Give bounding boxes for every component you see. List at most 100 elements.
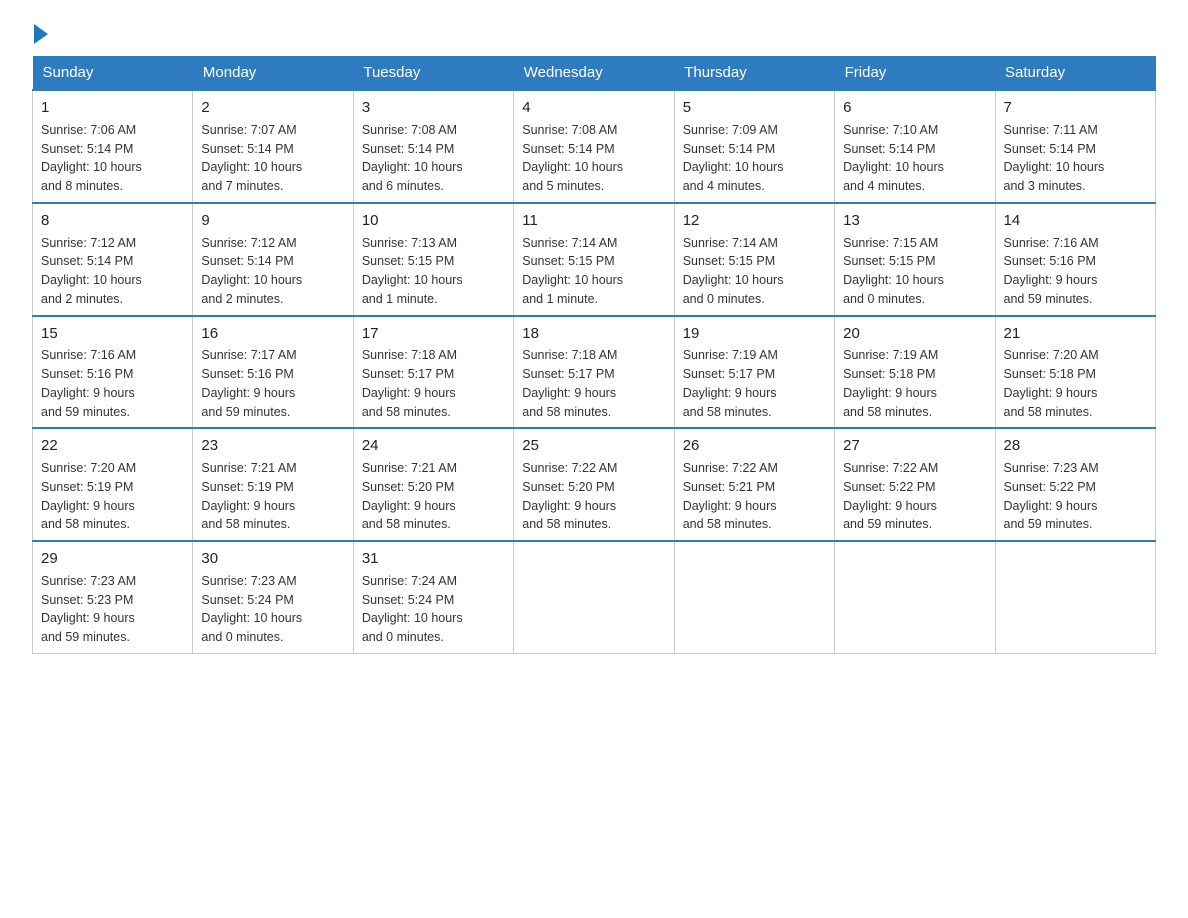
day-number: 13	[843, 210, 986, 232]
calendar-cell	[995, 541, 1155, 653]
calendar-cell: 15Sunrise: 7:16 AMSunset: 5:16 PMDayligh…	[33, 316, 193, 429]
calendar-header-thursday: Thursday	[674, 56, 834, 90]
day-number: 31	[362, 548, 505, 570]
day-number: 14	[1004, 210, 1147, 232]
day-number: 26	[683, 435, 826, 457]
day-info: Sunrise: 7:21 AMSunset: 5:19 PMDaylight:…	[201, 459, 344, 534]
calendar-cell: 5Sunrise: 7:09 AMSunset: 5:14 PMDaylight…	[674, 90, 834, 203]
calendar-week-row: 8Sunrise: 7:12 AMSunset: 5:14 PMDaylight…	[33, 203, 1156, 316]
day-info: Sunrise: 7:21 AMSunset: 5:20 PMDaylight:…	[362, 459, 505, 534]
calendar-header-row: SundayMondayTuesdayWednesdayThursdayFrid…	[33, 56, 1156, 90]
calendar-week-row: 1Sunrise: 7:06 AMSunset: 5:14 PMDaylight…	[33, 90, 1156, 203]
calendar-table: SundayMondayTuesdayWednesdayThursdayFrid…	[32, 56, 1156, 654]
calendar-cell: 1Sunrise: 7:06 AMSunset: 5:14 PMDaylight…	[33, 90, 193, 203]
day-info: Sunrise: 7:12 AMSunset: 5:14 PMDaylight:…	[41, 234, 184, 309]
day-number: 8	[41, 210, 184, 232]
day-info: Sunrise: 7:10 AMSunset: 5:14 PMDaylight:…	[843, 121, 986, 196]
day-info: Sunrise: 7:22 AMSunset: 5:20 PMDaylight:…	[522, 459, 665, 534]
day-info: Sunrise: 7:18 AMSunset: 5:17 PMDaylight:…	[522, 346, 665, 421]
day-number: 23	[201, 435, 344, 457]
calendar-cell: 29Sunrise: 7:23 AMSunset: 5:23 PMDayligh…	[33, 541, 193, 653]
calendar-cell: 8Sunrise: 7:12 AMSunset: 5:14 PMDaylight…	[33, 203, 193, 316]
day-number: 7	[1004, 97, 1147, 119]
day-info: Sunrise: 7:08 AMSunset: 5:14 PMDaylight:…	[522, 121, 665, 196]
calendar-cell: 31Sunrise: 7:24 AMSunset: 5:24 PMDayligh…	[353, 541, 513, 653]
calendar-cell: 2Sunrise: 7:07 AMSunset: 5:14 PMDaylight…	[193, 90, 353, 203]
day-number: 5	[683, 97, 826, 119]
day-info: Sunrise: 7:14 AMSunset: 5:15 PMDaylight:…	[522, 234, 665, 309]
day-number: 27	[843, 435, 986, 457]
day-info: Sunrise: 7:23 AMSunset: 5:22 PMDaylight:…	[1004, 459, 1147, 534]
calendar-cell: 9Sunrise: 7:12 AMSunset: 5:14 PMDaylight…	[193, 203, 353, 316]
day-number: 11	[522, 210, 665, 232]
day-info: Sunrise: 7:11 AMSunset: 5:14 PMDaylight:…	[1004, 121, 1147, 196]
calendar-week-row: 15Sunrise: 7:16 AMSunset: 5:16 PMDayligh…	[33, 316, 1156, 429]
day-number: 12	[683, 210, 826, 232]
day-info: Sunrise: 7:16 AMSunset: 5:16 PMDaylight:…	[1004, 234, 1147, 309]
day-info: Sunrise: 7:09 AMSunset: 5:14 PMDaylight:…	[683, 121, 826, 196]
calendar-header-tuesday: Tuesday	[353, 56, 513, 90]
calendar-cell: 16Sunrise: 7:17 AMSunset: 5:16 PMDayligh…	[193, 316, 353, 429]
day-info: Sunrise: 7:06 AMSunset: 5:14 PMDaylight:…	[41, 121, 184, 196]
day-number: 19	[683, 323, 826, 345]
logo-arrow-icon	[34, 24, 48, 44]
day-info: Sunrise: 7:16 AMSunset: 5:16 PMDaylight:…	[41, 346, 184, 421]
day-number: 22	[41, 435, 184, 457]
day-info: Sunrise: 7:22 AMSunset: 5:21 PMDaylight:…	[683, 459, 826, 534]
day-number: 20	[843, 323, 986, 345]
calendar-cell: 4Sunrise: 7:08 AMSunset: 5:14 PMDaylight…	[514, 90, 674, 203]
day-number: 4	[522, 97, 665, 119]
day-number: 1	[41, 97, 184, 119]
calendar-cell: 24Sunrise: 7:21 AMSunset: 5:20 PMDayligh…	[353, 428, 513, 541]
calendar-cell: 13Sunrise: 7:15 AMSunset: 5:15 PMDayligh…	[835, 203, 995, 316]
day-info: Sunrise: 7:17 AMSunset: 5:16 PMDaylight:…	[201, 346, 344, 421]
calendar-header-monday: Monday	[193, 56, 353, 90]
day-info: Sunrise: 7:20 AMSunset: 5:19 PMDaylight:…	[41, 459, 184, 534]
calendar-cell: 3Sunrise: 7:08 AMSunset: 5:14 PMDaylight…	[353, 90, 513, 203]
calendar-cell: 20Sunrise: 7:19 AMSunset: 5:18 PMDayligh…	[835, 316, 995, 429]
calendar-cell: 22Sunrise: 7:20 AMSunset: 5:19 PMDayligh…	[33, 428, 193, 541]
calendar-cell	[674, 541, 834, 653]
day-info: Sunrise: 7:19 AMSunset: 5:18 PMDaylight:…	[843, 346, 986, 421]
logo	[32, 24, 48, 38]
calendar-cell: 14Sunrise: 7:16 AMSunset: 5:16 PMDayligh…	[995, 203, 1155, 316]
day-info: Sunrise: 7:22 AMSunset: 5:22 PMDaylight:…	[843, 459, 986, 534]
calendar-week-row: 22Sunrise: 7:20 AMSunset: 5:19 PMDayligh…	[33, 428, 1156, 541]
day-number: 21	[1004, 323, 1147, 345]
day-number: 25	[522, 435, 665, 457]
day-number: 17	[362, 323, 505, 345]
calendar-header-sunday: Sunday	[33, 56, 193, 90]
calendar-header-saturday: Saturday	[995, 56, 1155, 90]
day-info: Sunrise: 7:07 AMSunset: 5:14 PMDaylight:…	[201, 121, 344, 196]
calendar-cell: 6Sunrise: 7:10 AMSunset: 5:14 PMDaylight…	[835, 90, 995, 203]
day-info: Sunrise: 7:24 AMSunset: 5:24 PMDaylight:…	[362, 572, 505, 647]
calendar-cell: 21Sunrise: 7:20 AMSunset: 5:18 PMDayligh…	[995, 316, 1155, 429]
day-info: Sunrise: 7:20 AMSunset: 5:18 PMDaylight:…	[1004, 346, 1147, 421]
day-info: Sunrise: 7:08 AMSunset: 5:14 PMDaylight:…	[362, 121, 505, 196]
day-number: 10	[362, 210, 505, 232]
calendar-week-row: 29Sunrise: 7:23 AMSunset: 5:23 PMDayligh…	[33, 541, 1156, 653]
calendar-cell: 17Sunrise: 7:18 AMSunset: 5:17 PMDayligh…	[353, 316, 513, 429]
calendar-cell: 25Sunrise: 7:22 AMSunset: 5:20 PMDayligh…	[514, 428, 674, 541]
day-info: Sunrise: 7:23 AMSunset: 5:23 PMDaylight:…	[41, 572, 184, 647]
calendar-cell: 26Sunrise: 7:22 AMSunset: 5:21 PMDayligh…	[674, 428, 834, 541]
calendar-cell: 18Sunrise: 7:18 AMSunset: 5:17 PMDayligh…	[514, 316, 674, 429]
day-number: 2	[201, 97, 344, 119]
calendar-header-friday: Friday	[835, 56, 995, 90]
day-number: 28	[1004, 435, 1147, 457]
calendar-header-wednesday: Wednesday	[514, 56, 674, 90]
day-info: Sunrise: 7:13 AMSunset: 5:15 PMDaylight:…	[362, 234, 505, 309]
calendar-cell: 23Sunrise: 7:21 AMSunset: 5:19 PMDayligh…	[193, 428, 353, 541]
day-info: Sunrise: 7:15 AMSunset: 5:15 PMDaylight:…	[843, 234, 986, 309]
calendar-cell	[514, 541, 674, 653]
day-number: 24	[362, 435, 505, 457]
calendar-cell: 7Sunrise: 7:11 AMSunset: 5:14 PMDaylight…	[995, 90, 1155, 203]
day-number: 16	[201, 323, 344, 345]
calendar-cell: 28Sunrise: 7:23 AMSunset: 5:22 PMDayligh…	[995, 428, 1155, 541]
day-number: 29	[41, 548, 184, 570]
calendar-cell: 27Sunrise: 7:22 AMSunset: 5:22 PMDayligh…	[835, 428, 995, 541]
day-info: Sunrise: 7:23 AMSunset: 5:24 PMDaylight:…	[201, 572, 344, 647]
day-number: 15	[41, 323, 184, 345]
day-info: Sunrise: 7:19 AMSunset: 5:17 PMDaylight:…	[683, 346, 826, 421]
calendar-cell: 19Sunrise: 7:19 AMSunset: 5:17 PMDayligh…	[674, 316, 834, 429]
